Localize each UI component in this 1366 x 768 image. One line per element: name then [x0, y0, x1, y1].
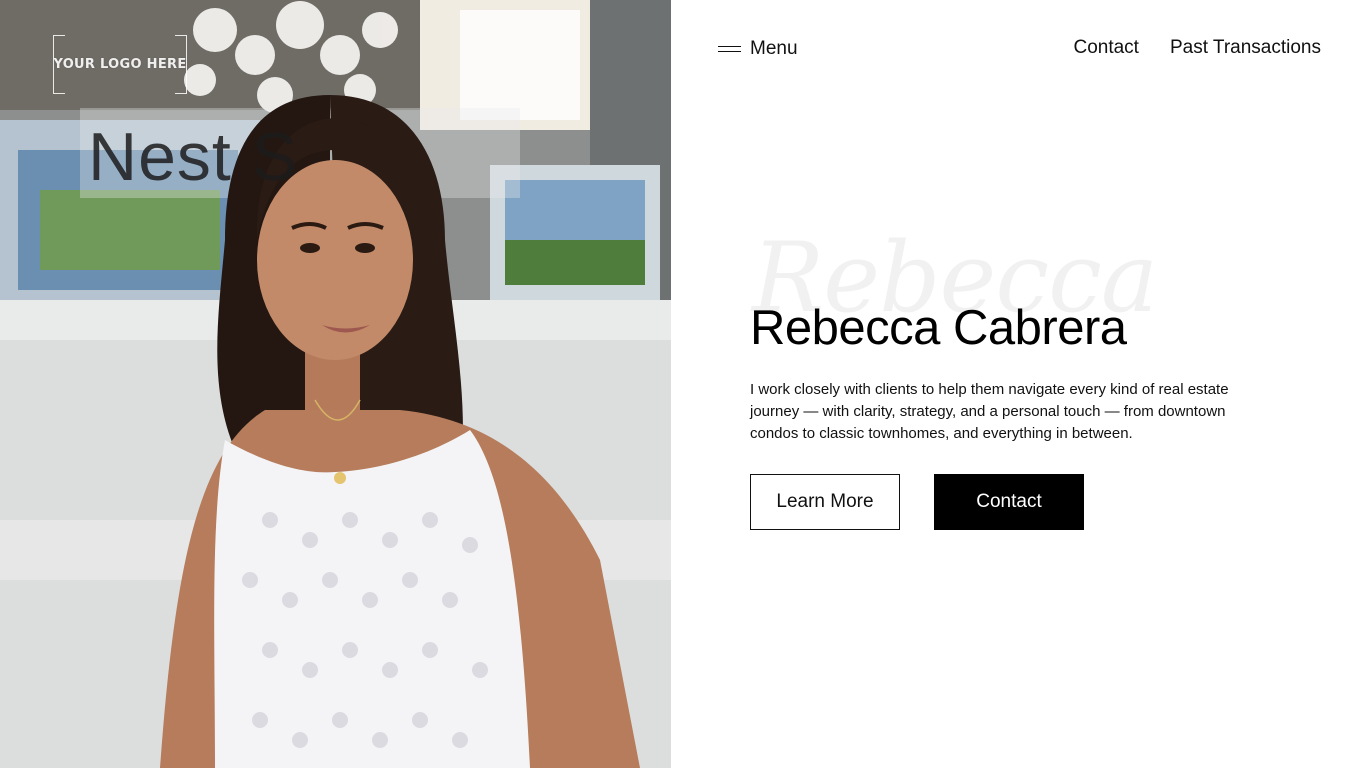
hero-photo: Nest S YOUR LOGO HERE	[0, 0, 671, 768]
portrait-illustration	[0, 0, 671, 768]
logo-text: YOUR LOGO HERE	[53, 57, 187, 72]
nav-link-contact[interactable]: Contact	[1073, 37, 1138, 59]
contact-button[interactable]: Contact	[934, 474, 1084, 530]
nav-link-past-transactions[interactable]: Past Transactions	[1170, 37, 1321, 59]
top-nav: Contact Past Transactions	[1073, 37, 1321, 59]
storefront-sign: Nest S	[88, 119, 299, 195]
agent-bio: I work closely with clients to help them…	[750, 381, 1229, 442]
site-logo[interactable]: YOUR LOGO HERE	[53, 35, 187, 94]
hamburger-icon	[718, 45, 741, 54]
menu-button[interactable]: Menu	[718, 37, 798, 61]
agent-name-heading: Rebecca Cabrera	[750, 301, 1127, 355]
learn-more-button[interactable]: Learn More	[750, 474, 900, 530]
menu-label: Menu	[750, 38, 798, 59]
